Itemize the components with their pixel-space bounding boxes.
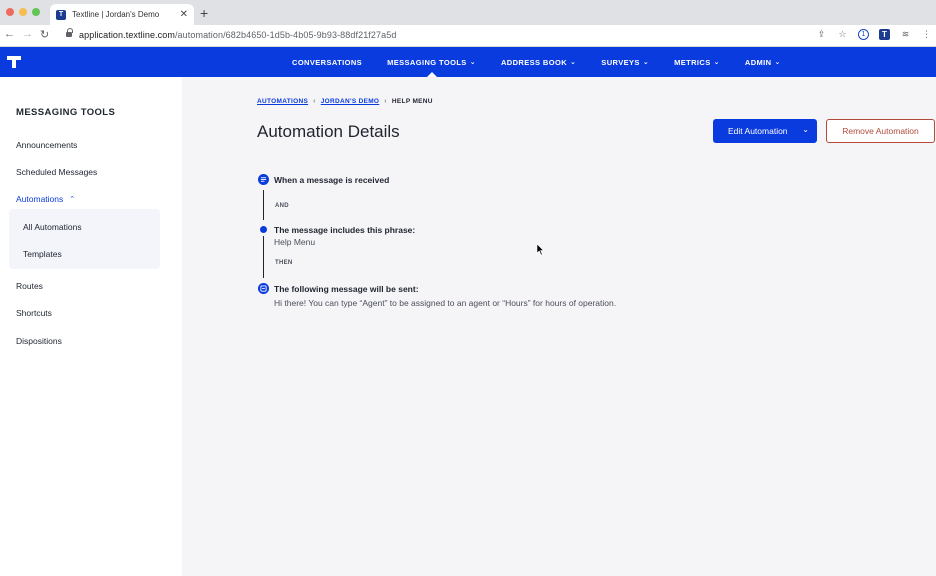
textline-logo-icon[interactable] <box>6 54 22 70</box>
and-connector: AND <box>275 203 289 209</box>
lock-icon[interactable] <box>66 28 73 39</box>
browser-tab-bar: T Textline | Jordan's Demo ✕ + <box>0 0 936 25</box>
main-content: AUTOMATIONS ‹ JORDAN'S DEMO ‹ HELP MENU … <box>182 77 936 576</box>
then-connector: THEN <box>275 260 293 266</box>
message-sent-icon <box>258 283 269 294</box>
chevron-down-icon: ⌄ <box>642 59 650 66</box>
extensions-menu-icon[interactable]: ⋮ <box>921 29 932 40</box>
mouse-cursor-icon <box>537 244 545 256</box>
back-arrow-icon[interactable]: ← <box>4 28 15 40</box>
sidebar: MESSAGING TOOLS Announcements Scheduled … <box>0 77 182 576</box>
url-path: /automation/682b4650-1d5b-4b05-9b93-88df… <box>174 30 397 40</box>
chevron-down-icon: ⌄ <box>713 59 720 66</box>
breadcrumb-current: HELP MENU <box>391 98 433 105</box>
nav-label: METRICS <box>674 57 711 67</box>
sidebar-item-label: Automations <box>16 194 64 204</box>
chevron-down-icon: ⌄ <box>570 59 577 66</box>
timeline-connector <box>263 236 264 278</box>
nav-label: ADMIN <box>744 57 772 67</box>
chevron-down-icon[interactable]: ⌄ <box>802 125 809 134</box>
nav-admin[interactable]: ADMIN ⌄ <box>745 47 781 77</box>
condition-dot-icon <box>260 226 267 233</box>
close-window-button[interactable] <box>6 8 14 16</box>
sidebar-item-templates[interactable]: Templates <box>23 249 62 259</box>
trigger-title: When a message is received <box>274 175 390 185</box>
sidebar-item-shortcuts[interactable]: Shortcuts <box>16 308 52 318</box>
maximize-window-button[interactable] <box>32 8 40 16</box>
condition-phrase: Help Menu <box>274 237 316 247</box>
page-title: Automation Details <box>257 122 400 141</box>
automations-submenu: All Automations Templates <box>9 209 160 269</box>
sidebar-item-dispositions[interactable]: Dispositions <box>16 336 62 346</box>
breadcrumb-separator-icon: ‹ <box>313 98 316 105</box>
tab-close-icon[interactable]: ✕ <box>180 9 188 20</box>
nav-conversations[interactable]: CONVERSATIONS <box>292 47 362 77</box>
url-field[interactable]: application.textline.com/automation/682b… <box>79 30 396 40</box>
nav-label: ADDRESS BOOK <box>500 57 568 67</box>
extension-icon[interactable]: ≋ <box>900 29 911 40</box>
sidebar-item-all-automations[interactable]: All Automations <box>23 222 82 232</box>
nav-label: CONVERSATIONS <box>292 57 363 67</box>
timeline-connector <box>263 190 264 220</box>
nav-metrics[interactable]: METRICS ⌄ <box>674 47 720 77</box>
browser-extensions: ⇪ ☆ 1 T ≋ ⋮ <box>816 29 932 40</box>
bookmark-star-icon[interactable]: ☆ <box>837 29 848 40</box>
nav-messaging-tools[interactable]: MESSAGING TOOLS ⌄ <box>387 47 476 77</box>
reload-icon[interactable]: ↻ <box>40 28 49 41</box>
breadcrumb: AUTOMATIONS ‹ JORDAN'S DEMO ‹ HELP MENU <box>257 98 433 105</box>
textline-favicon-icon: T <box>56 9 66 20</box>
chevron-up-icon: ⌃ <box>69 196 76 203</box>
textline-extension-icon[interactable]: T <box>879 29 890 40</box>
edit-automation-button[interactable]: Edit Automation ⌄ <box>713 119 817 143</box>
chevron-down-icon: ⌄ <box>774 59 781 66</box>
sidebar-item-automations[interactable]: Automations ⌃ <box>16 194 75 204</box>
app-navigation-bar: CONVERSATIONS MESSAGING TOOLS ⌄ ADDRESS B… <box>0 47 936 77</box>
edit-automation-label: Edit Automation <box>728 126 788 136</box>
nav-label: SURVEYS <box>601 57 640 67</box>
tab-title: Textline | Jordan's Demo <box>72 10 160 19</box>
chevron-down-icon: ⌄ <box>469 59 476 66</box>
sidebar-item-announcements[interactable]: Announcements <box>16 140 77 150</box>
address-bar: ← → ↻ application.textline.com/automatio… <box>0 25 936 47</box>
action-title: The following message will be sent: <box>274 284 419 294</box>
breadcrumb-demo-link[interactable]: JORDAN'S DEMO <box>321 98 380 105</box>
breadcrumb-automations-link[interactable]: AUTOMATIONS <box>257 98 308 105</box>
remove-automation-button[interactable]: Remove Automation <box>826 119 935 143</box>
share-icon[interactable]: ⇪ <box>816 29 827 40</box>
nav-label: MESSAGING TOOLS <box>387 57 467 67</box>
sidebar-title: MESSAGING TOOLS <box>16 107 116 118</box>
condition-title: The message includes this phrase: <box>274 225 416 235</box>
sidebar-item-scheduled-messages[interactable]: Scheduled Messages <box>16 167 97 177</box>
action-message: Hi there! You can type “Agent” to be ass… <box>274 298 617 308</box>
message-received-icon <box>258 174 269 185</box>
nav-surveys[interactable]: SURVEYS ⌄ <box>601 47 649 77</box>
sidebar-item-routes[interactable]: Routes <box>16 281 43 291</box>
new-tab-icon[interactable]: + <box>200 5 208 21</box>
url-host: application.textline.com <box>79 30 175 40</box>
forward-arrow-icon[interactable]: → <box>22 28 33 40</box>
password-manager-icon[interactable]: 1 <box>858 29 869 40</box>
nav-address-book[interactable]: ADDRESS BOOK ⌄ <box>501 47 576 77</box>
main-menu: CONVERSATIONS MESSAGING TOOLS ⌄ ADDRESS B… <box>292 47 806 77</box>
breadcrumb-separator-icon: ‹ <box>384 98 387 105</box>
minimize-window-button[interactable] <box>19 8 27 16</box>
browser-tab[interactable]: T Textline | Jordan's Demo ✕ <box>50 4 194 25</box>
